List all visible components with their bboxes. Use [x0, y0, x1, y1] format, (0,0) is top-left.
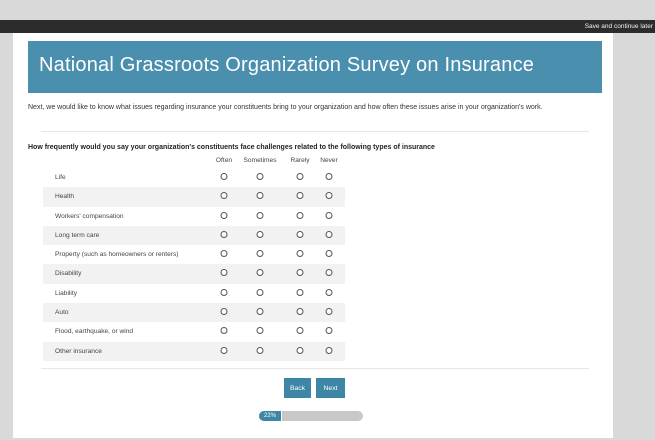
- radio-often[interactable]: [220, 173, 228, 180]
- radio-sometimes[interactable]: [256, 173, 264, 180]
- radio-never[interactable]: [325, 269, 333, 277]
- radio-rarely[interactable]: [296, 308, 304, 316]
- matrix-row-label: Property (such as homeowners or renters): [55, 251, 179, 259]
- radio-sometimes[interactable]: [256, 269, 264, 277]
- matrix-row-label: Liability: [55, 289, 77, 297]
- matrix-row-label: Disability: [55, 270, 82, 278]
- matrix-row-label: Auto: [55, 309, 69, 317]
- radio-rarely[interactable]: [296, 173, 304, 180]
- matrix-row-label: Long term care: [55, 231, 100, 239]
- radio-rarely[interactable]: [296, 288, 304, 296]
- radio-sometimes[interactable]: [256, 288, 264, 296]
- radio-never[interactable]: [325, 230, 333, 238]
- radio-often[interactable]: [220, 288, 228, 296]
- frequency-matrix: Often Sometimes Rarely Never Life Health Work…: [43, 154, 345, 361]
- matrix-row-label: Life: [55, 174, 66, 181]
- radio-often[interactable]: [220, 269, 228, 277]
- next-button[interactable]: Next: [316, 378, 345, 398]
- matrix-row: Workers' compensation: [43, 207, 345, 226]
- radio-often[interactable]: [220, 192, 228, 200]
- matrix-row-label: Health: [55, 193, 75, 201]
- radio-often[interactable]: [220, 308, 228, 316]
- radio-often[interactable]: [220, 250, 228, 258]
- radio-rarely[interactable]: [296, 346, 304, 354]
- radio-sometimes[interactable]: [256, 346, 264, 354]
- radio-never[interactable]: [325, 192, 333, 200]
- radio-sometimes[interactable]: [256, 327, 264, 335]
- matrix-header: Often Sometimes Rarely Never: [43, 154, 345, 168]
- radio-never[interactable]: [325, 346, 333, 354]
- radio-often[interactable]: [220, 211, 228, 219]
- matrix-row: Liability: [43, 284, 345, 303]
- divider: [41, 131, 589, 132]
- survey-title: National Grassroots Organization Survey …: [39, 54, 535, 76]
- radio-sometimes[interactable]: [256, 211, 264, 219]
- survey-page: National Grassroots Organization Survey …: [13, 33, 613, 438]
- matrix-row-label: Workers' compensation: [55, 212, 124, 220]
- radio-never[interactable]: [325, 173, 333, 180]
- matrix-row-label: Flood, earthquake, or wind: [55, 328, 134, 336]
- matrix-row: Property (such as homeowners or renters): [43, 245, 345, 264]
- matrix-row: Disability: [43, 264, 345, 284]
- question-text: How frequently would you say your organi…: [28, 144, 435, 151]
- back-button[interactable]: Back: [284, 378, 311, 398]
- radio-sometimes[interactable]: [256, 230, 264, 238]
- column-header-never: Never: [320, 157, 338, 164]
- divider: [41, 368, 589, 369]
- progress-label: 22%: [263, 413, 276, 419]
- intro-text: Next, we would like to know what issues …: [28, 104, 543, 111]
- top-bar: Save and continue later: [0, 20, 655, 33]
- matrix-row: Long term care: [43, 225, 345, 246]
- column-header-rarely: Rarely: [290, 157, 310, 164]
- radio-never[interactable]: [325, 288, 333, 296]
- radio-sometimes[interactable]: [256, 192, 264, 200]
- radio-often[interactable]: [220, 346, 228, 354]
- radio-never[interactable]: [325, 327, 333, 335]
- radio-sometimes[interactable]: [256, 250, 264, 258]
- radio-often[interactable]: [220, 327, 228, 335]
- column-header-often: Often: [215, 157, 233, 164]
- radio-never[interactable]: [325, 211, 333, 219]
- radio-often[interactable]: [220, 230, 228, 238]
- radio-rarely[interactable]: [296, 269, 304, 277]
- radio-sometimes[interactable]: [256, 308, 264, 316]
- progress-separator: [281, 411, 282, 421]
- matrix-row: Flood, earthquake, or wind: [43, 322, 345, 341]
- matrix-row: Other insurance: [43, 341, 345, 361]
- radio-never[interactable]: [325, 308, 333, 316]
- matrix-row: Auto: [43, 303, 345, 323]
- save-and-continue-later-link[interactable]: Save and continue later: [585, 21, 653, 32]
- column-header-sometimes: Sometimes: [243, 157, 277, 164]
- matrix-row-label: Other insurance: [55, 347, 102, 355]
- radio-rarely[interactable]: [296, 230, 304, 238]
- radio-rarely[interactable]: [296, 327, 304, 335]
- survey-header-banner: National Grassroots Organization Survey …: [28, 41, 602, 93]
- radio-rarely[interactable]: [296, 250, 304, 258]
- radio-rarely[interactable]: [296, 211, 304, 219]
- progress-bar: 22%: [259, 411, 363, 421]
- matrix-row: Health: [43, 187, 345, 207]
- radio-rarely[interactable]: [296, 192, 304, 200]
- radio-never[interactable]: [325, 250, 333, 258]
- matrix-row: Life: [43, 168, 345, 187]
